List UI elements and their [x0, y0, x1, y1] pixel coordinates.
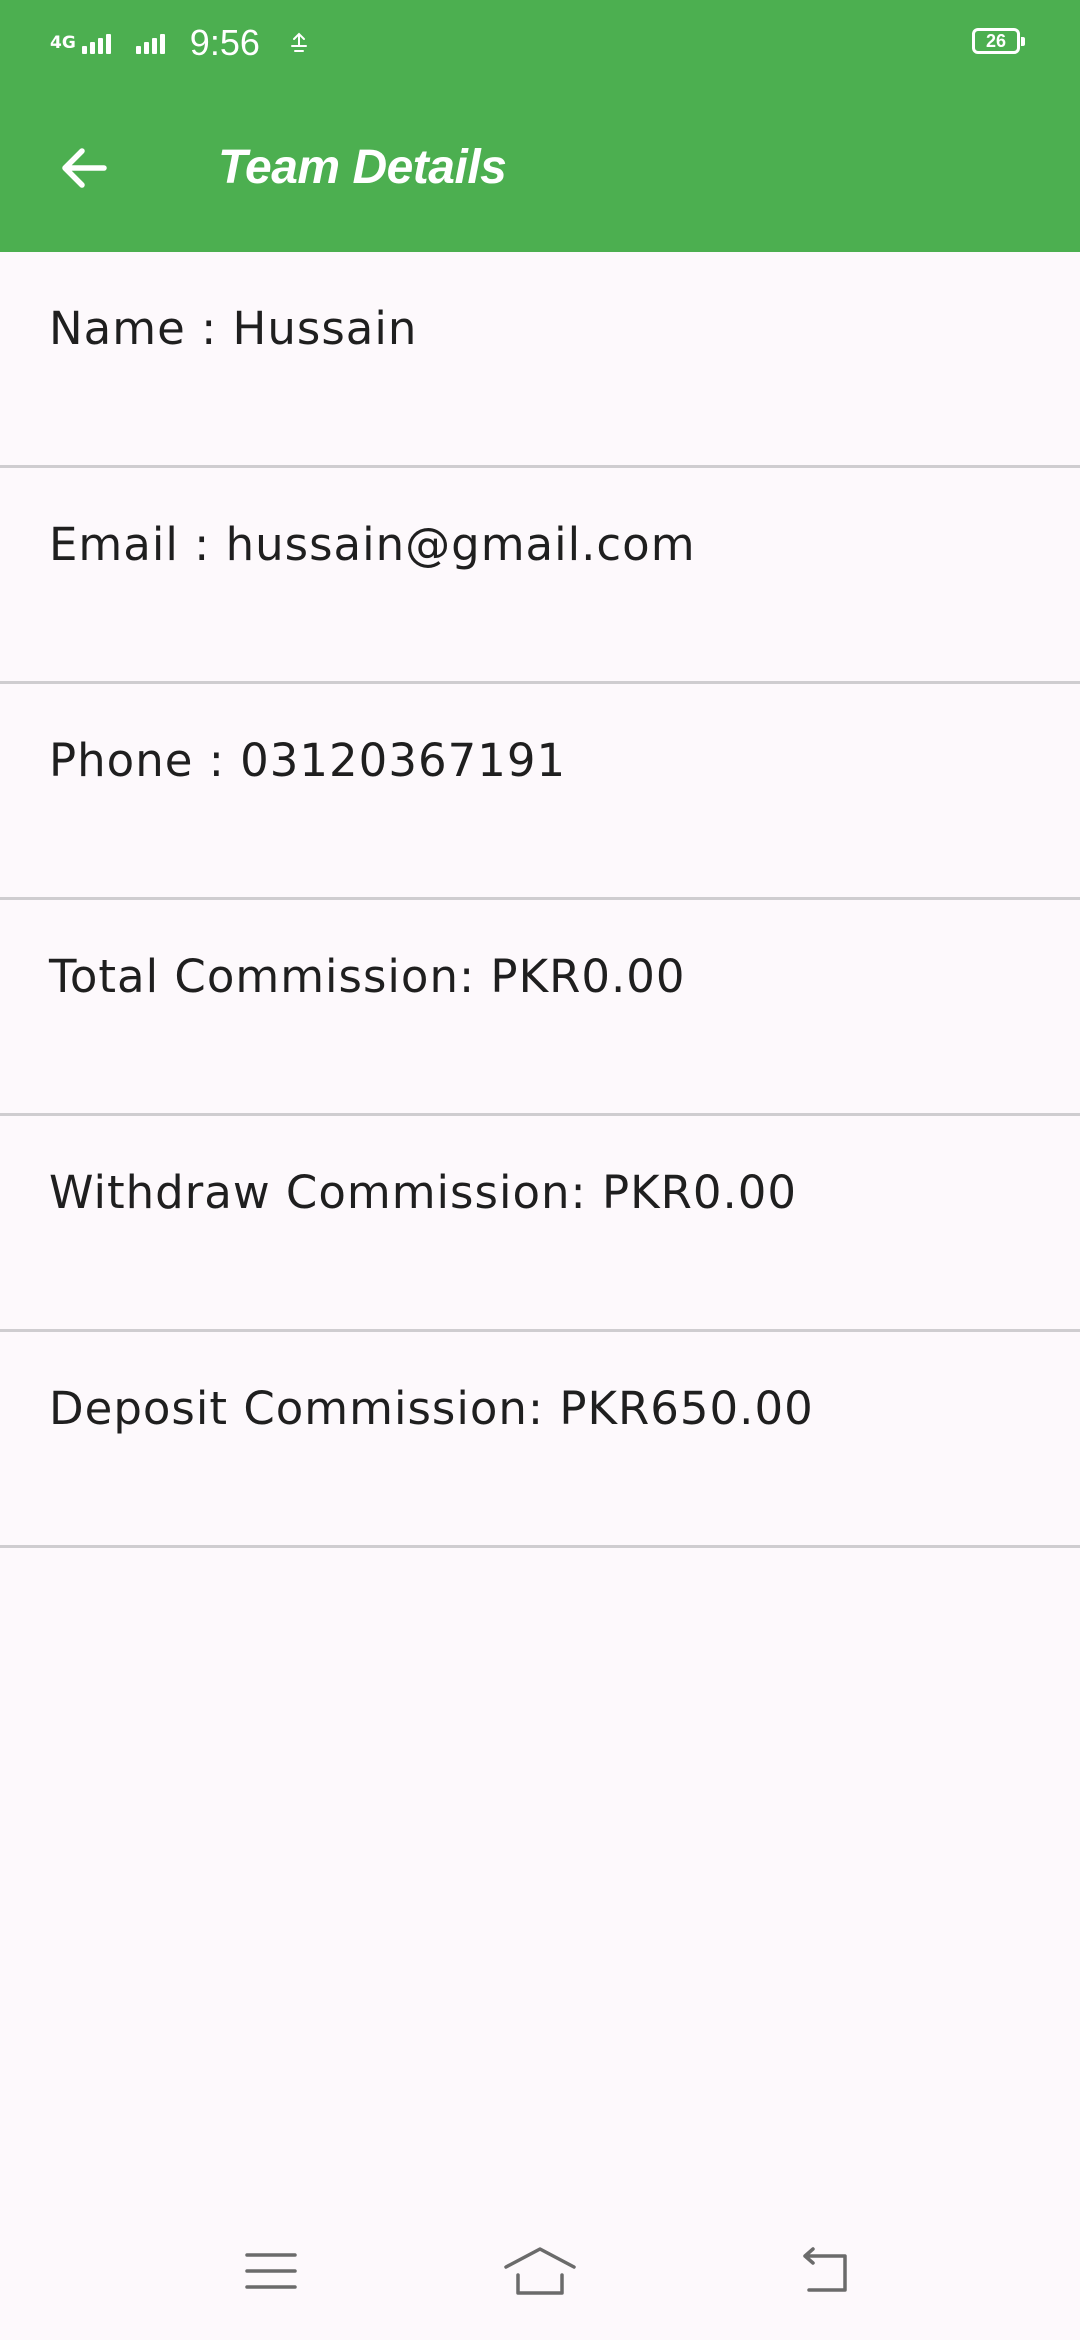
detail-name: Name : Hussain — [49, 302, 418, 355]
back-icon — [803, 2247, 847, 2292]
detail-total-commission: Total Commission: PKR0.00 — [49, 950, 686, 1003]
detail-row-name: Name : Hussain — [0, 252, 1080, 468]
back-button[interactable] — [40, 124, 128, 212]
status-left: 4G 9:56 — [50, 18, 312, 68]
detail-email: Email : hussain@gmail.com — [49, 518, 696, 571]
battery-level: 26 — [985, 30, 1007, 51]
detail-row-email: Email : hussain@gmail.com — [0, 468, 1080, 684]
menu-icon — [245, 2253, 297, 2289]
toolbar: Team Details — [0, 84, 1080, 252]
detail-row-phone: Phone : 03120367191 — [0, 684, 1080, 900]
notification-icon — [290, 32, 307, 52]
home-icon — [504, 2247, 576, 2295]
battery-icon: 26 — [972, 28, 1025, 54]
status-bar: 4G 9:56 26 — [0, 0, 1080, 84]
detail-row-total-commission: Total Commission: PKR0.00 — [0, 900, 1080, 1116]
detail-withdraw-commission: Withdraw Commission: PKR0.00 — [49, 1166, 798, 1219]
detail-row-deposit-commission: Deposit Commission: PKR650.00 — [0, 1332, 1080, 1548]
signal-strength-icon-2 — [135, 32, 168, 54]
detail-row-withdraw-commission: Withdraw Commission: PKR0.00 — [0, 1116, 1080, 1332]
recent-apps-button[interactable] — [226, 2236, 316, 2306]
page-title: Team Details — [218, 141, 507, 194]
status-time: 9:56 — [189, 22, 260, 63]
home-button[interactable] — [495, 2236, 585, 2306]
system-back-button[interactable] — [778, 2236, 868, 2306]
system-navigation-bar — [0, 2214, 1080, 2340]
detail-phone: Phone : 03120367191 — [49, 734, 567, 787]
network-type-badge: 4G — [50, 32, 76, 53]
signal-strength-icon — [81, 32, 114, 54]
detail-deposit-commission: Deposit Commission: PKR650.00 — [49, 1382, 814, 1435]
app-bar: 4G 9:56 26 Team Details — [0, 0, 1080, 252]
arrow-left-icon — [62, 148, 107, 188]
team-details-list: Name : Hussain Email : hussain@gmail.com… — [0, 252, 1080, 1548]
network-type-label: 4G — [50, 32, 76, 53]
